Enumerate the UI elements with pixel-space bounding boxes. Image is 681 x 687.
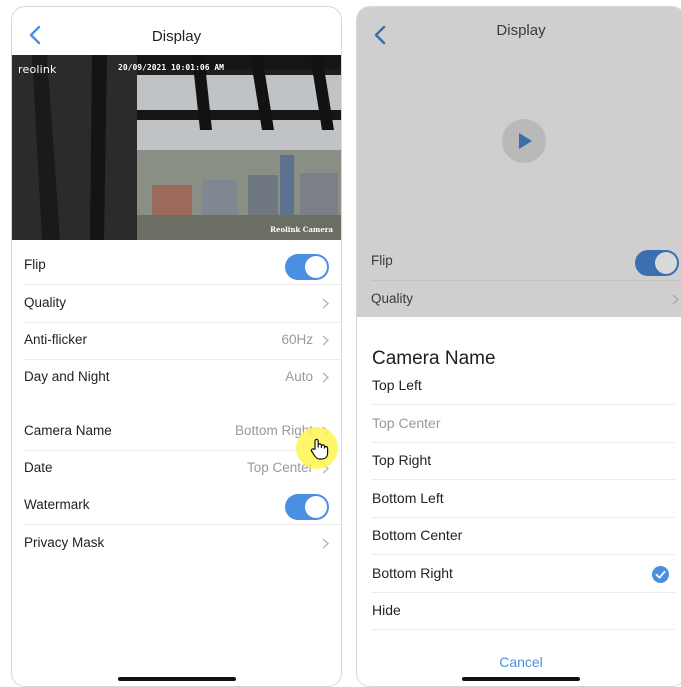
option-label: Bottom Right (372, 565, 453, 581)
page-title: Display (151, 28, 202, 45)
option-label: Top Right (372, 452, 432, 468)
row-label: Flip (24, 257, 46, 272)
option-label: Hide (372, 602, 401, 618)
chevron-right-icon (672, 294, 679, 305)
play-icon (519, 133, 532, 149)
row-value: Auto (285, 369, 313, 384)
option-label: Bottom Left (372, 490, 444, 506)
nav-bar: Display (12, 7, 341, 55)
chevron-right-icon (322, 538, 329, 549)
watermark-toggle[interactable] (285, 494, 329, 520)
option-hide[interactable]: Hide (372, 592, 675, 630)
home-indicator (462, 677, 580, 681)
row-quality: Quality (371, 281, 681, 318)
chevron-right-icon (322, 298, 329, 309)
chevron-right-icon (322, 372, 329, 383)
row-label: Anti-flicker (24, 332, 88, 347)
check-icon (652, 566, 669, 583)
option-top-left[interactable]: Top Left (372, 367, 675, 405)
row-label: Privacy Mask (24, 535, 105, 550)
row-privacy-mask[interactable]: Privacy Mask (24, 525, 341, 562)
video-camera-label: Reolink Camera (270, 225, 333, 234)
row-date[interactable]: Date Top Center (24, 450, 341, 487)
option-label: Bottom Center (372, 527, 463, 543)
row-label: Watermark (24, 497, 90, 512)
home-indicator (117, 677, 236, 681)
row-label: Flip (371, 253, 393, 268)
camera-name-sheet-screen: Display Flip Quality Camera Name Top Lef… (356, 6, 681, 687)
row-anti-flicker[interactable]: Anti-flicker 60Hz (24, 322, 341, 360)
row-watermark: Watermark (24, 487, 341, 525)
cancel-button[interactable]: Cancel (357, 654, 681, 670)
chevron-right-icon (322, 335, 329, 346)
page-title: Display (496, 22, 546, 39)
row-value: 60Hz (281, 332, 313, 347)
flip-toggle (635, 250, 679, 276)
option-bottom-right[interactable]: Bottom Right (372, 555, 675, 593)
toggle-knob (305, 496, 327, 518)
option-bottom-left[interactable]: Bottom Left (372, 480, 675, 518)
row-camera-name[interactable]: Camera Name Bottom Right (24, 413, 341, 451)
row-label: Camera Name (24, 423, 112, 438)
row-label: Date (24, 460, 53, 475)
option-label: Top Left (372, 377, 422, 393)
camera-preview[interactable]: reolink 20/09/2021 10:01:06 AM Reolink C… (12, 55, 341, 240)
video-logo: reolink (18, 63, 57, 76)
toggle-knob (655, 252, 677, 274)
row-flip: Flip (24, 247, 341, 285)
option-top-center: Top Center (372, 405, 675, 443)
row-label: Quality (24, 295, 67, 310)
row-quality[interactable]: Quality (24, 285, 341, 323)
option-bottom-center[interactable]: Bottom Center (372, 517, 675, 555)
row-day-and-night[interactable]: Day and Night Auto (24, 359, 341, 396)
camera-name-action-sheet: Camera Name Top Left Top Center Top Righ… (357, 317, 681, 686)
option-top-right[interactable]: Top Right (372, 442, 675, 480)
video-timestamp: 20/09/2021 10:01:06 AM (118, 63, 224, 72)
flip-toggle[interactable] (285, 254, 329, 280)
play-button (502, 119, 546, 163)
toggle-knob (305, 256, 327, 278)
display-settings-screen: Display reolink 20/09/2021 10:01:06 AM R… (11, 6, 342, 687)
dimmed-background[interactable]: Display Flip Quality (357, 7, 681, 317)
hand-pointer-icon (310, 438, 329, 460)
camera-preview-image (12, 55, 341, 240)
row-label: Day and Night (24, 369, 110, 384)
row-label: Quality (371, 291, 414, 306)
row-flip: Flip (371, 243, 681, 281)
option-label: Top Center (372, 415, 441, 431)
